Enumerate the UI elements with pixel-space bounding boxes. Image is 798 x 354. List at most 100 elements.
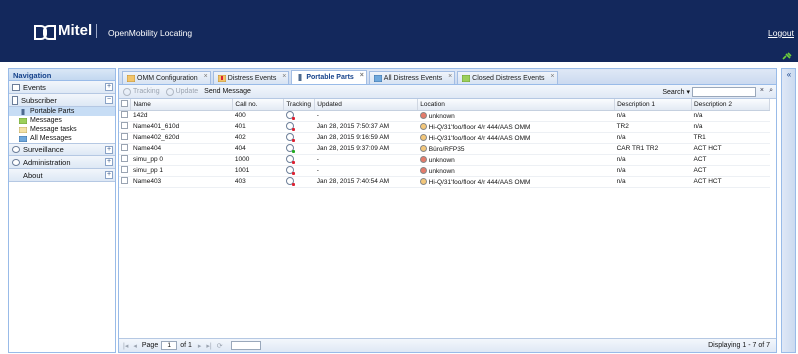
- table-row[interactable]: Name403 403 Jan 28, 2015 7:40:54 AM Hi-Q/31…: [119, 176, 770, 188]
- tab-label: Closed Distress Events: [472, 74, 545, 82]
- tab-distress-events[interactable]: Distress Events ×: [212, 71, 290, 84]
- row-checkbox[interactable]: [121, 177, 128, 184]
- handset-icon: [298, 74, 302, 81]
- page-size-input[interactable]: [230, 341, 261, 350]
- close-icon[interactable]: ×: [550, 73, 554, 80]
- row-checkbox[interactable]: [121, 144, 128, 151]
- search-input[interactable]: [692, 87, 756, 97]
- nav-item-portable-parts[interactable]: Portable Parts: [9, 107, 115, 116]
- app-header: Mitel OpenMobility Locating Logout: [0, 0, 798, 62]
- column-call-no[interactable]: Call no.: [232, 99, 285, 111]
- cell-description-2: ACT HCT: [691, 143, 770, 155]
- nav-section-administration[interactable]: Administration +: [9, 156, 115, 169]
- first-page-button[interactable]: |◂: [123, 342, 128, 350]
- location-text: Hi-Q/31'foo/floor 4/r 444/AAS OMM: [428, 123, 531, 131]
- grid-toolbar: Tracking Update Send Message Search ▾ × …: [119, 85, 776, 99]
- table-row[interactable]: 142d 400 - unknown n/a n/a: [119, 110, 770, 122]
- collapse-toggle[interactable]: −: [105, 96, 113, 104]
- select-all-column[interactable]: [119, 99, 132, 111]
- row-checkbox[interactable]: [121, 155, 128, 162]
- close-icon[interactable]: ×: [204, 73, 208, 80]
- expand-toggle[interactable]: +: [105, 83, 113, 91]
- cell-description-2: ACT HCT: [691, 176, 770, 188]
- column-name[interactable]: Name: [130, 99, 234, 111]
- nav-item-all-messages[interactable]: All Messages: [9, 134, 115, 143]
- gear-icon: [12, 158, 20, 166]
- cell-updated: -: [314, 154, 418, 166]
- column-tracking[interactable]: Tracking: [283, 99, 316, 111]
- row-select-cell[interactable]: [119, 121, 131, 133]
- nav-section-label: Events: [23, 82, 46, 92]
- location-status-icon: [419, 111, 427, 119]
- expand-toggle[interactable]: +: [105, 171, 113, 179]
- update-button[interactable]: Update: [165, 87, 199, 96]
- search-mode-dropdown[interactable]: Search ▾: [662, 88, 690, 96]
- expand-panel-icon[interactable]: «: [784, 71, 794, 80]
- close-icon[interactable]: ×: [360, 72, 364, 79]
- cell-updated: -: [314, 110, 418, 122]
- next-page-button[interactable]: ▸: [198, 342, 202, 350]
- distress-icon: [217, 74, 226, 82]
- table-row[interactable]: Name402_620d 402 Jan 28, 2015 9:16:59 AM Hi…: [119, 132, 770, 144]
- search-icon[interactable]: ⌕: [769, 87, 773, 95]
- row-checkbox[interactable]: [121, 166, 128, 173]
- button-label: Update: [175, 88, 199, 95]
- row-select-cell[interactable]: [119, 154, 131, 166]
- expand-toggle[interactable]: +: [105, 146, 113, 154]
- select-all-checkbox[interactable]: [121, 99, 128, 107]
- navigation-panel: Navigation Events + Subscriber − Portabl…: [8, 68, 116, 353]
- tab-all-distress-events[interactable]: All Distress Events ×: [368, 71, 456, 84]
- nav-item-message-tasks[interactable]: Message tasks: [9, 125, 115, 134]
- refresh-icon[interactable]: ⟳: [217, 342, 223, 350]
- cell-location: unknown: [417, 154, 615, 166]
- send-message-button[interactable]: Send Message: [204, 88, 251, 95]
- cell-description-1: n/a: [614, 154, 692, 166]
- page-number-input[interactable]: 1: [161, 341, 178, 350]
- tab-portable-parts[interactable]: Portable Parts ×: [291, 70, 367, 84]
- row-select-cell[interactable]: [119, 110, 131, 122]
- table-row[interactable]: Name404 404 Jan 28, 2015 9:37:09 AM Büro/RF…: [119, 143, 770, 155]
- table-row[interactable]: simu_pp 0 1000 - unknown n/a ACT: [119, 154, 770, 166]
- logout-link[interactable]: Logout: [768, 28, 794, 38]
- app-name: OpenMobility Locating: [108, 28, 193, 38]
- cell-name: Name404: [130, 143, 233, 155]
- clear-search-icon[interactable]: ×: [760, 87, 764, 94]
- row-select-cell[interactable]: [119, 132, 131, 144]
- tab-omm-configuration[interactable]: OMM Configuration ×: [122, 71, 211, 84]
- row-select-cell[interactable]: [119, 176, 131, 188]
- row-select-cell[interactable]: [119, 165, 131, 177]
- cell-name: simu_pp 0: [130, 154, 233, 166]
- cell-updated: Jan 28, 2015 9:16:59 AM: [314, 132, 418, 144]
- last-page-button[interactable]: ▸|: [206, 342, 211, 350]
- cell-location: Hi-Q/31'foo/floor 4/r 444/AAS OMM: [417, 121, 615, 133]
- column-description-1[interactable]: Description 1: [614, 99, 693, 111]
- tracking-button[interactable]: Tracking: [123, 87, 160, 96]
- table-row[interactable]: Name401_610d 401 Jan 28, 2015 7:50:37 AM Hi…: [119, 121, 770, 133]
- column-updated[interactable]: Updated: [314, 99, 419, 111]
- nav-section-about[interactable]: About +: [9, 169, 115, 182]
- nav-section-subscriber[interactable]: Subscriber −: [9, 94, 115, 107]
- cell-location: Hi-Q/31'foo/floor 4/r 444/AAS OMM: [417, 176, 615, 188]
- previous-page-button[interactable]: ◂: [133, 342, 137, 350]
- close-icon[interactable]: ×: [448, 73, 452, 80]
- cell-name: Name402_620d: [130, 132, 233, 144]
- row-select-cell[interactable]: [119, 143, 131, 155]
- cell-tracking: [283, 132, 315, 144]
- column-location[interactable]: Location: [417, 99, 616, 111]
- task-list-icon: [19, 126, 27, 133]
- nav-item-label: Message tasks: [30, 126, 77, 133]
- column-description-2[interactable]: Description 2: [691, 99, 770, 111]
- expand-toggle[interactable]: +: [105, 158, 113, 166]
- close-icon[interactable]: ×: [282, 73, 286, 80]
- page-label: Page: [141, 342, 159, 349]
- nav-section-surveillance[interactable]: Surveillance +: [9, 143, 115, 156]
- location-text: unknown: [428, 112, 455, 120]
- nav-section-events[interactable]: Events +: [9, 81, 115, 94]
- row-checkbox[interactable]: [121, 111, 128, 118]
- row-checkbox[interactable]: [121, 122, 128, 129]
- tab-closed-distress-events[interactable]: Closed Distress Events ×: [457, 71, 558, 84]
- row-checkbox[interactable]: [121, 133, 128, 140]
- nav-item-messages[interactable]: Messages: [9, 116, 115, 125]
- table-row[interactable]: simu_pp 1 1001 - unknown n/a ACT: [119, 165, 770, 177]
- portable-parts-grid: Name Call no. Tracking Updated Location …: [119, 99, 770, 188]
